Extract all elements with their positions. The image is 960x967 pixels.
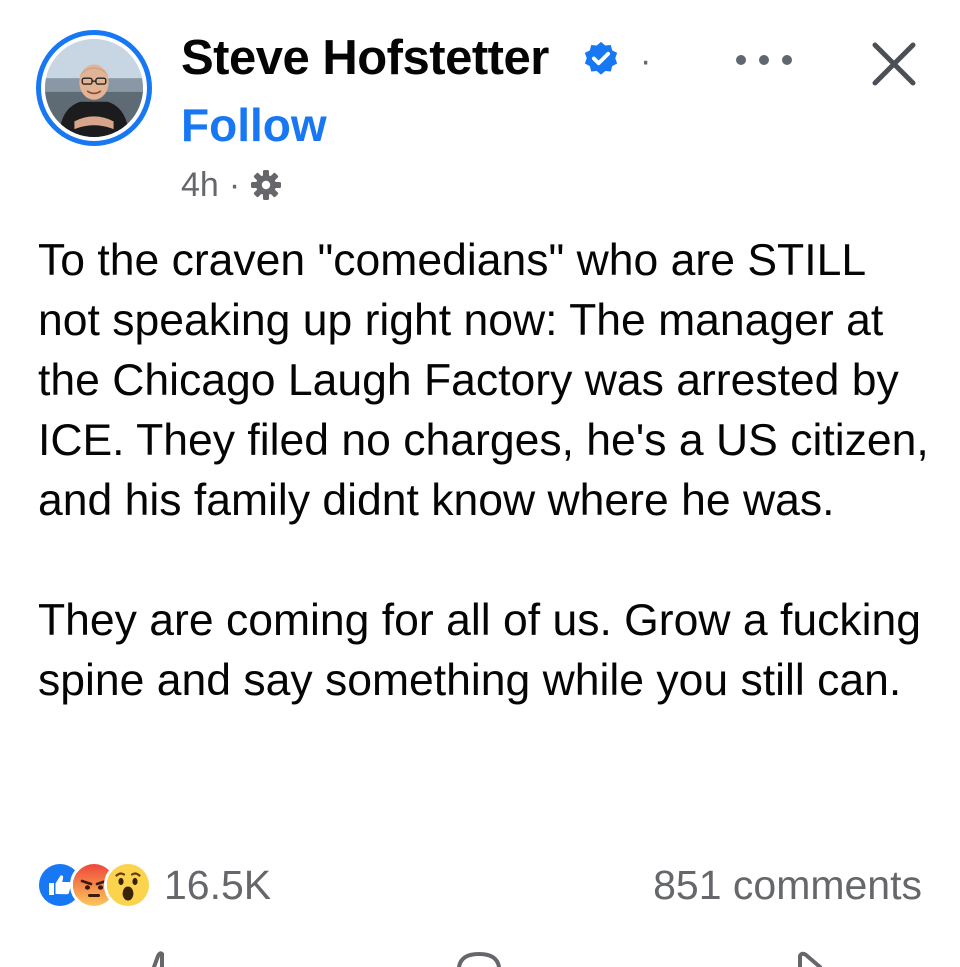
share-icon[interactable] [782,948,826,967]
author-name[interactable]: Steve Hofstetter [181,30,549,86]
person-photo-icon [45,39,143,137]
reactions-summary[interactable]: 16.5K [36,858,271,912]
post-body: To the craven "comedians" who are STILL … [38,231,938,711]
dot-icon [759,55,769,65]
wow-reaction-icon [104,861,152,909]
follow-button[interactable]: Follow [181,98,327,152]
dot-icon [736,55,746,65]
timestamp[interactable]: 4h [181,166,219,205]
post-paragraph: They are coming for all of us. Grow a fu… [38,596,921,705]
wow-face-icon [107,864,149,906]
avatar[interactable] [36,30,152,146]
post-paragraph: To the craven "comedians" who are STILL … [38,236,929,525]
meta-separator: · [228,165,241,204]
comments-count-link[interactable]: 851 comments [653,858,922,912]
more-options-button[interactable] [736,40,792,80]
post-meta: 4h · [181,165,282,205]
verified-badge-icon [584,41,618,75]
comment-icon[interactable] [455,948,503,967]
close-icon[interactable] [868,38,920,90]
like-icon[interactable] [140,948,180,967]
avatar-image [45,39,143,137]
dot-icon [782,55,792,65]
reaction-count: 16.5K [164,861,272,908]
action-bar [0,948,960,967]
gear-icon[interactable] [250,169,282,201]
name-separator: · [640,42,652,80]
